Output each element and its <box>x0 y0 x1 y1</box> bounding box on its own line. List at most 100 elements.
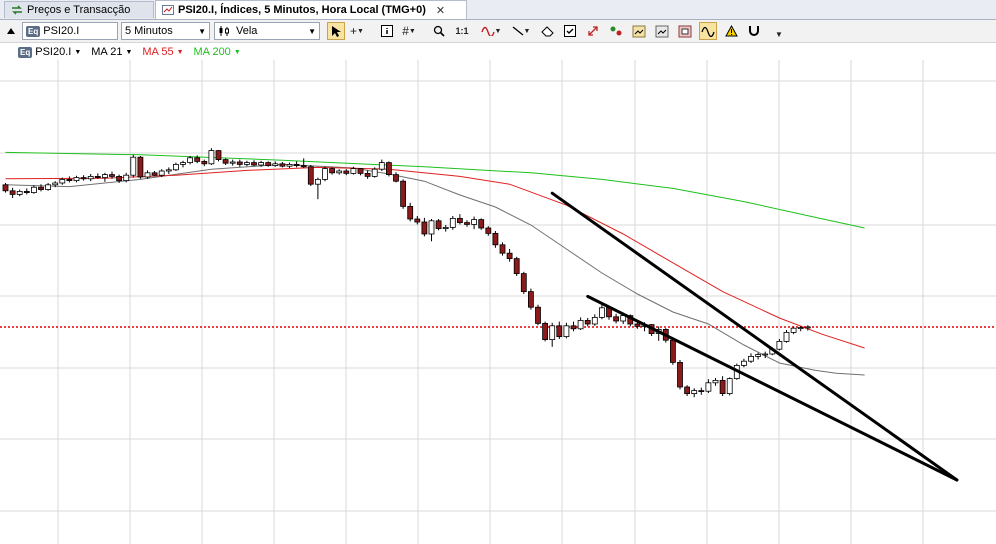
chart-style-value: Vela <box>236 25 258 37</box>
candle-body <box>528 291 534 308</box>
indicators-button[interactable]: ▼ <box>478 22 504 40</box>
candle-body <box>300 165 307 168</box>
tab-label: PSI20.I, Índices, 5 Minutos, Hora Local … <box>178 4 426 16</box>
magnet-button[interactable] <box>745 22 763 40</box>
chart-style-select[interactable]: Vela ▼ <box>214 22 320 40</box>
candle-body <box>9 190 16 195</box>
candle-body <box>336 170 343 174</box>
candle-body <box>449 217 456 228</box>
chart-legend: Eq PSI20.I ▼ MA 21 ▼ MA 55 ▼ MA 200 ▼ <box>18 44 241 60</box>
candle-body <box>535 306 541 324</box>
wave-overlay-button[interactable] <box>699 22 717 40</box>
symbol-input[interactable]: Eq PSI20.I <box>22 22 118 40</box>
candle-body <box>236 161 243 165</box>
chevron-down-icon: ▼ <box>357 27 364 35</box>
interval-select[interactable]: 5 Minutos ▼ <box>121 22 210 40</box>
legend-symbol[interactable]: Eq PSI20.I ▼ <box>18 46 81 58</box>
candle-body <box>762 353 769 356</box>
candle-body <box>251 162 257 166</box>
candle-body <box>279 163 286 167</box>
candle-body <box>371 168 378 177</box>
candle-body <box>783 331 790 342</box>
pointer-tool-button[interactable] <box>327 22 345 40</box>
candle-body <box>151 172 158 176</box>
interval-value: 5 Minutos <box>125 25 173 37</box>
candle-body <box>343 170 350 174</box>
magnifier-icon <box>433 25 445 37</box>
candle-body <box>158 170 165 176</box>
chevron-down-icon: ▼ <box>74 48 82 56</box>
chevron-down-icon: ▼ <box>523 27 531 35</box>
candle-body <box>258 162 265 166</box>
close-icon[interactable]: ✕ <box>436 4 445 17</box>
candle-body <box>180 162 186 165</box>
compare-button[interactable] <box>607 22 625 40</box>
candle-body <box>478 219 485 229</box>
collapse-toolbar-button[interactable] <box>2 22 20 40</box>
candle-body <box>584 319 591 325</box>
candle-body <box>407 205 414 220</box>
candle-style-icon <box>219 26 229 36</box>
candle-body <box>570 325 577 330</box>
price-chart[interactable] <box>0 60 996 544</box>
chevron-down-icon: ▼ <box>494 27 502 35</box>
candle-body <box>59 179 66 184</box>
template-icon <box>632 25 646 37</box>
candle-body <box>442 226 449 229</box>
chart-toolbar: Eq PSI20.I 5 Minutos ▼ Vela ▼ + ▼ # ▼ 1:1 … <box>0 20 996 43</box>
candle-body <box>208 150 215 165</box>
autoscale-button[interactable] <box>584 22 602 40</box>
candle-body <box>670 339 676 363</box>
candle-body <box>45 184 51 191</box>
equity-badge: Eq <box>26 25 41 37</box>
magnet-icon <box>749 26 759 36</box>
symbol-value: PSI20.I <box>43 25 80 37</box>
candle-body <box>471 219 478 225</box>
crosshair-tool-button[interactable]: + ▼ <box>348 22 366 40</box>
candle-body <box>272 163 279 167</box>
legend-ma200-label: MA 200 <box>193 46 231 58</box>
candle-body <box>144 172 151 178</box>
legend-ma21-label: MA 21 <box>91 46 123 58</box>
tab-chart[interactable]: PSI20.I, Índices, 5 Minutos, Hora Local … <box>155 0 467 19</box>
candle-body <box>726 378 733 395</box>
candle-body <box>776 340 783 350</box>
candle-body <box>755 354 761 357</box>
candle-body <box>165 169 172 172</box>
zoom-tool-button[interactable] <box>430 22 448 40</box>
candle-body <box>329 168 336 174</box>
candle-body <box>123 174 130 181</box>
candle-body <box>435 220 442 230</box>
legend-ma200[interactable]: MA 200 ▼ <box>194 46 241 58</box>
trendline-2 <box>586 294 959 482</box>
candle-body <box>698 390 705 393</box>
template-button-3[interactable] <box>676 22 694 40</box>
candle-body <box>520 273 527 293</box>
line-tool-button[interactable]: ▼ <box>508 22 534 40</box>
zoom-reset-button[interactable]: 1:1 <box>453 22 471 40</box>
template-button-2[interactable] <box>653 22 671 40</box>
template-icon <box>678 25 692 37</box>
candle-body <box>577 319 584 330</box>
legend-ma21[interactable]: MA 21 ▼ <box>91 46 132 58</box>
candle-body <box>691 390 698 395</box>
candle-body <box>357 168 364 174</box>
info-tool-button[interactable] <box>378 22 396 40</box>
alert-button[interactable] <box>722 22 740 40</box>
candle-body <box>705 382 712 392</box>
crosshair-icon: + <box>350 24 358 38</box>
legend-ma55-label: MA 55 <box>142 46 174 58</box>
candle-body <box>414 218 421 223</box>
toolbar-overflow-button[interactable]: ▼ <box>770 28 788 40</box>
candle-body <box>599 307 605 318</box>
template-button-1[interactable] <box>630 22 648 40</box>
eraser-button[interactable] <box>538 22 556 40</box>
properties-button[interactable] <box>561 22 579 40</box>
equity-badge: Eq <box>18 46 33 58</box>
candle-body <box>499 244 506 254</box>
tab-prices[interactable]: Preços e Transacção <box>4 1 154 18</box>
legend-ma55[interactable]: MA 55 ▼ <box>142 46 183 58</box>
grid-tool-button[interactable]: # ▼ <box>400 22 418 40</box>
candle-body <box>542 322 548 340</box>
zoom-reset-label: 1:1 <box>455 26 469 36</box>
